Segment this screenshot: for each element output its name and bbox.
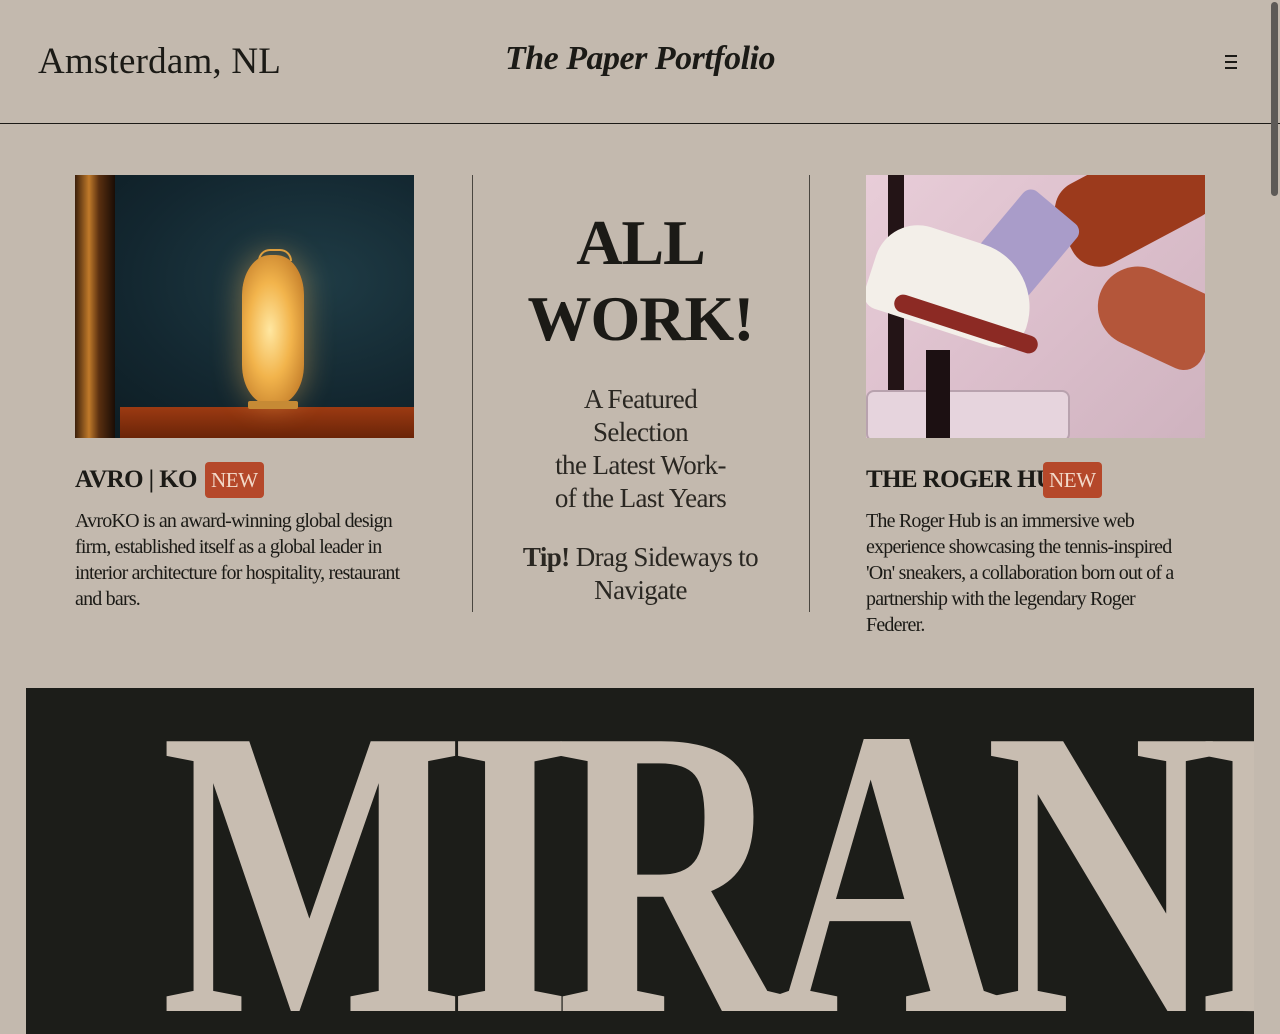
site-header: Amsterdam, NL The Paper Portfolio (0, 0, 1280, 124)
menu-line (1225, 67, 1237, 69)
image-table-decor (120, 407, 414, 438)
banner-title: MIRANDA (161, 688, 1254, 1034)
subtitle-line: the Latest Work- (555, 450, 726, 480)
headline-line: ALL (576, 207, 706, 278)
brand-logo[interactable]: The Paper Portfolio (0, 40, 1280, 78)
hamburger-menu-icon[interactable] (1221, 53, 1243, 71)
project-title-roger-hub[interactable]: THE ROGER HUB (866, 462, 1070, 498)
tip-line: Navigate (594, 575, 687, 605)
avroko-project-image[interactable] (75, 175, 414, 438)
scrollbar-thumb[interactable] (1271, 2, 1278, 196)
second-sneaker (1084, 253, 1205, 377)
roger-hub-project-image[interactable] (866, 175, 1205, 438)
project-title-avroko[interactable]: AVRO | KO (75, 462, 197, 498)
project-description-roger-hub: The Roger Hub is an immersive web experi… (866, 510, 1174, 636)
tip-text: Drag Sideways to (575, 542, 759, 572)
tip-line: Tip! Drag Sideways to (473, 541, 808, 574)
all-work-headline: ALL WORK! (473, 205, 808, 357)
menu-line (1225, 55, 1237, 57)
page-scrollbar[interactable] (1268, 0, 1280, 1034)
drag-tip: Tip! Drag Sideways to Navigate (473, 541, 808, 607)
new-badge: NEW (1043, 462, 1102, 498)
menu-line (1225, 61, 1237, 63)
subtitle-line: Selection (592, 417, 689, 447)
tip-label: Tip! (522, 542, 570, 572)
lantern-base (248, 401, 298, 409)
image-frame-decor (75, 175, 115, 438)
featured-subtitle: A Featured Selection the Latest Work- of… (473, 383, 808, 515)
new-badge: NEW (205, 462, 264, 498)
subtitle-line: A Featured (583, 384, 698, 414)
headline-line: WORK! (527, 283, 754, 354)
subtitle-line: of the Last Years (554, 483, 727, 513)
image-box-decor (866, 390, 1070, 438)
lantern-body (242, 255, 304, 405)
image-post-decor (926, 350, 950, 438)
miranda-banner[interactable]: MIRANDA (26, 688, 1254, 1034)
column-divider (809, 175, 810, 612)
project-description-avroko: AvroKO is an award-winning global design… (75, 510, 400, 610)
